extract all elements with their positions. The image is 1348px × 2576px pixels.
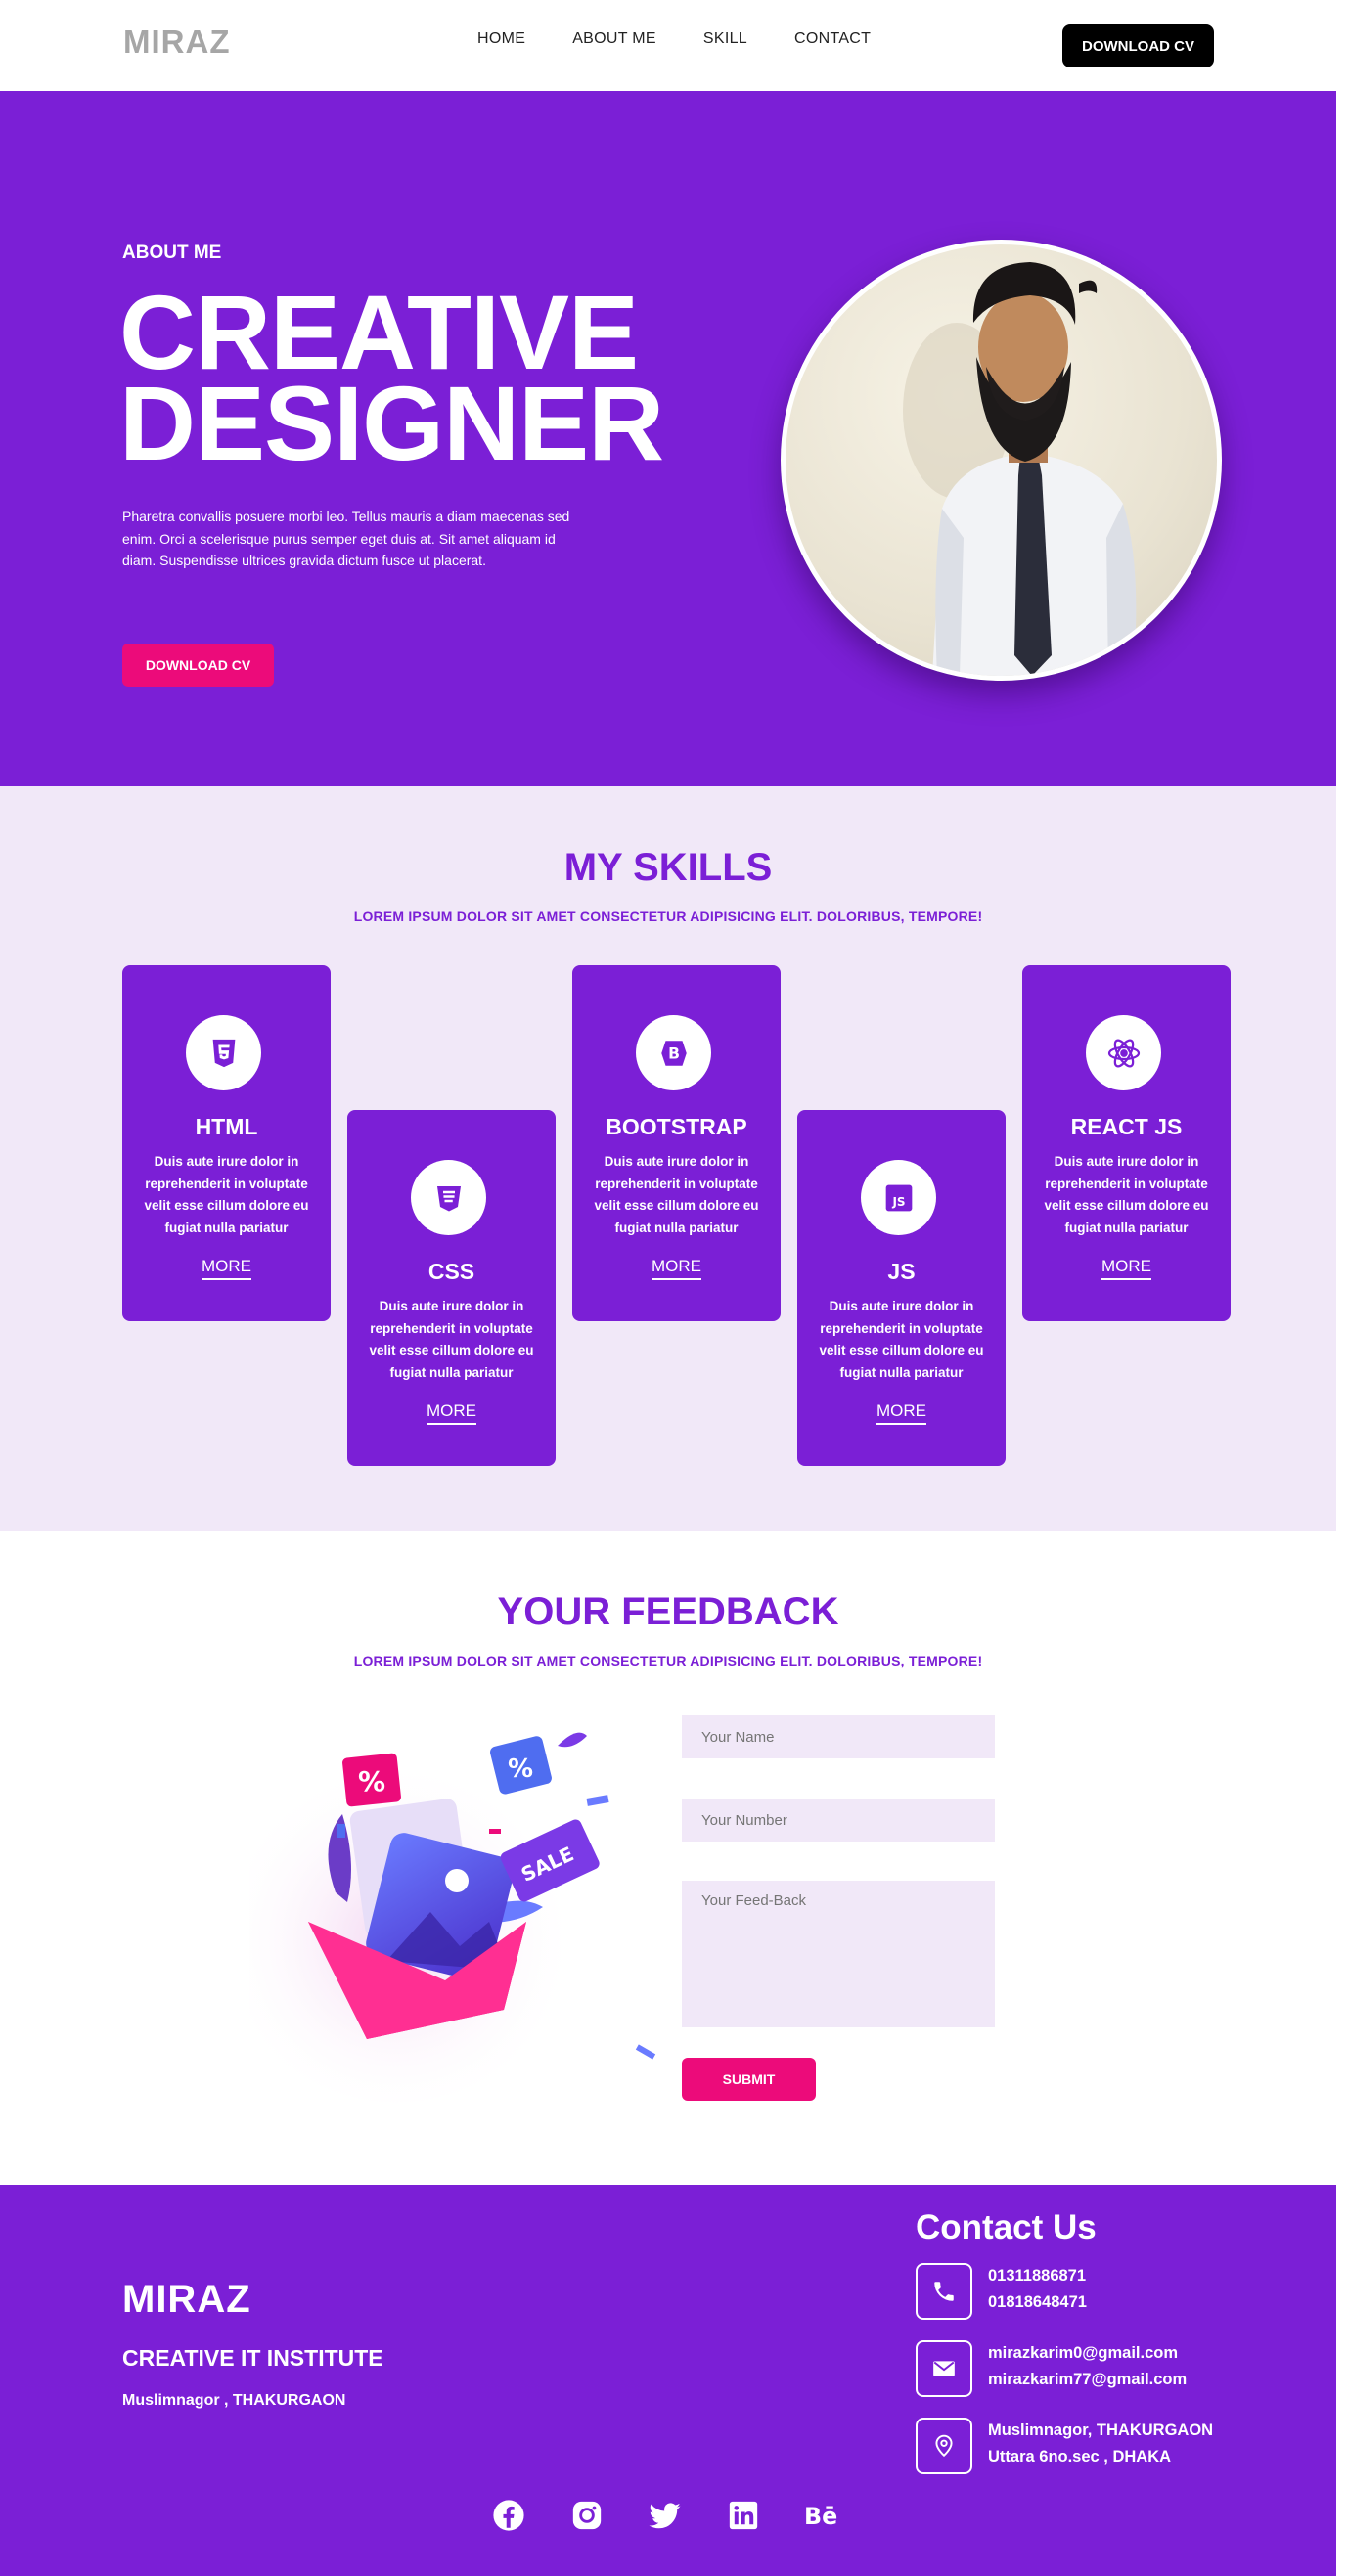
- skill-card-description: Duis aute irure dolor in reprehenderit i…: [144, 1154, 309, 1235]
- discount-badge-2: %: [508, 1754, 533, 1784]
- contact-locations: Muslimnagor, THAKURGAON Uttara 6no.sec ,…: [988, 2418, 1213, 2470]
- instagram-icon[interactable]: [569, 2498, 604, 2532]
- navbar: MIRAZ HOME ABOUT ME SKILL CONTACT DOWNLO…: [0, 0, 1336, 91]
- skill-card-css: CSS Duis aute irure dolor in reprehender…: [347, 1110, 556, 1466]
- nav-about-link[interactable]: ABOUT ME: [572, 30, 656, 48]
- more-link-label[interactable]: MORE: [652, 1257, 701, 1280]
- feedback-textarea[interactable]: [682, 1881, 995, 2027]
- feedback-title: YOUR FEEDBACK: [497, 1590, 839, 1633]
- nav-download-cv-button[interactable]: DOWNLOAD CV: [1062, 24, 1214, 67]
- twitter-icon[interactable]: [648, 2498, 682, 2532]
- skills-title: MY SKILLS: [563, 846, 773, 889]
- skill-card-title: REACT JS: [1070, 1114, 1183, 1139]
- discount-badge-1: %: [358, 1765, 385, 1798]
- location-pin-icon: [916, 2418, 972, 2474]
- social-links: Bē: [491, 2498, 838, 2532]
- nav-menu: HOME ABOUT ME SKILL CONTACT: [477, 30, 871, 48]
- skill-card-title: HTML: [195, 1114, 258, 1139]
- submit-button[interactable]: SUBMIT: [682, 2058, 816, 2101]
- mail-icon: [916, 2340, 972, 2397]
- profile-photo-image: [786, 244, 1217, 676]
- more-link-label[interactable]: MORE: [1101, 1257, 1151, 1280]
- footer-logo: MIRAZ: [122, 2278, 251, 2321]
- number-input[interactable]: [682, 1799, 995, 1842]
- feedback-section: YOUR FEEDBACK LOREM IPSUM DOLOR SIT AMET…: [0, 1531, 1336, 2185]
- skill-card-html: HTML Duis aute irure dolor in reprehende…: [122, 965, 331, 1321]
- skills-subtitle: LOREM IPSUM DOLOR SIT AMET CONSECTETUR A…: [353, 909, 983, 924]
- nav-skill-link[interactable]: SKILL: [703, 30, 747, 48]
- linkedin-icon[interactable]: [726, 2498, 760, 2532]
- skill-more-link[interactable]: MORE: [122, 1257, 331, 1280]
- skill-more-link[interactable]: MORE: [347, 1401, 556, 1425]
- skill-card-js: JS JS Duis aute irure dolor in reprehend…: [797, 1110, 1006, 1466]
- skill-card-title: BOOTSTRAP: [606, 1114, 747, 1139]
- hero-title-line2: DESIGNER: [119, 364, 664, 482]
- contact-emails: mirazkarim0@gmail.com mirazkarim77@gmail…: [988, 2340, 1187, 2393]
- skill-card-title: CSS: [427, 1259, 475, 1284]
- skill-card-react: REACT JS Duis aute irure dolor in repreh…: [1022, 965, 1231, 1321]
- svg-text:Bē: Bē: [804, 2502, 837, 2529]
- more-link-label[interactable]: MORE: [876, 1401, 926, 1425]
- skill-more-link[interactable]: MORE: [572, 1257, 781, 1280]
- behance-icon[interactable]: Bē: [804, 2498, 838, 2532]
- phone-number[interactable]: 01311886871: [988, 2263, 1087, 2289]
- more-link-label[interactable]: MORE: [427, 1401, 476, 1425]
- more-link-label[interactable]: MORE: [202, 1257, 251, 1280]
- email-address[interactable]: mirazkarim0@gmail.com: [988, 2340, 1187, 2367]
- skill-card-bootstrap: B BOOTSTRAP Duis aute irure dolor in rep…: [572, 965, 781, 1321]
- skill-card-description: Duis aute irure dolor in reprehenderit i…: [1044, 1154, 1209, 1235]
- hero-download-cv-button[interactable]: DOWNLOAD CV: [122, 644, 274, 687]
- css3-icon: [411, 1160, 486, 1235]
- location-text: Uttara 6no.sec , DHAKA: [988, 2448, 1172, 2465]
- footer-institute: CREATIVE IT INSTITUTE: [122, 2345, 383, 2371]
- footer: MIRAZ CREATIVE IT INSTITUTE Muslimnagor …: [0, 2185, 1336, 2576]
- contact-title: Contact Us: [916, 2208, 1097, 2246]
- skills-section: MY SKILLS LOREM IPSUM DOLOR SIT AMET CON…: [0, 786, 1336, 1531]
- react-icon: [1086, 1015, 1161, 1090]
- svg-text:B: B: [668, 1044, 680, 1062]
- skill-card-description: Duis aute irure dolor in reprehenderit i…: [819, 1299, 984, 1380]
- contact-phones: 01311886871 01818648471: [988, 2263, 1087, 2316]
- skill-card-description: Duis aute irure dolor in reprehenderit i…: [594, 1154, 759, 1235]
- skill-card-title: JS: [887, 1259, 916, 1284]
- email-address[interactable]: mirazkarim77@gmail.com: [988, 2367, 1187, 2393]
- profile-photo: [781, 240, 1222, 681]
- skill-more-link[interactable]: MORE: [797, 1401, 1006, 1425]
- hero-description: Pharetra convallis posuere morbi leo. Te…: [122, 509, 570, 568]
- person-illustration: [903, 262, 1138, 676]
- skill-more-link[interactable]: MORE: [1022, 1257, 1231, 1280]
- footer-address: Muslimnagor , THAKURGAON: [122, 2392, 346, 2409]
- feedback-illustration: % % SALE: [249, 1732, 656, 2103]
- phone-icon: [916, 2263, 972, 2320]
- hero-section: ABOUT ME CREATIVE DESIGNER Pharetra conv…: [0, 91, 1336, 786]
- skill-card-description: Duis aute irure dolor in reprehenderit i…: [369, 1299, 534, 1380]
- svg-text:JS: JS: [891, 1195, 905, 1209]
- bootstrap-icon: B: [636, 1015, 711, 1090]
- name-input[interactable]: [682, 1715, 995, 1758]
- nav-home-link[interactable]: HOME: [477, 30, 525, 48]
- location-text: Muslimnagor, THAKURGAON: [988, 2421, 1214, 2439]
- phone-number[interactable]: 01818648471: [988, 2289, 1087, 2316]
- hero-title: CREATIVE DESIGNER: [119, 280, 664, 482]
- feedback-subtitle: LOREM IPSUM DOLOR SIT AMET CONSECTETUR A…: [353, 1653, 983, 1668]
- logo[interactable]: MIRAZ: [123, 23, 230, 61]
- javascript-icon: JS: [861, 1160, 936, 1235]
- nav-contact-link[interactable]: CONTACT: [794, 30, 871, 48]
- facebook-icon[interactable]: [491, 2498, 525, 2532]
- hero-kicker: ABOUT ME: [122, 243, 222, 263]
- html5-icon: [186, 1015, 261, 1090]
